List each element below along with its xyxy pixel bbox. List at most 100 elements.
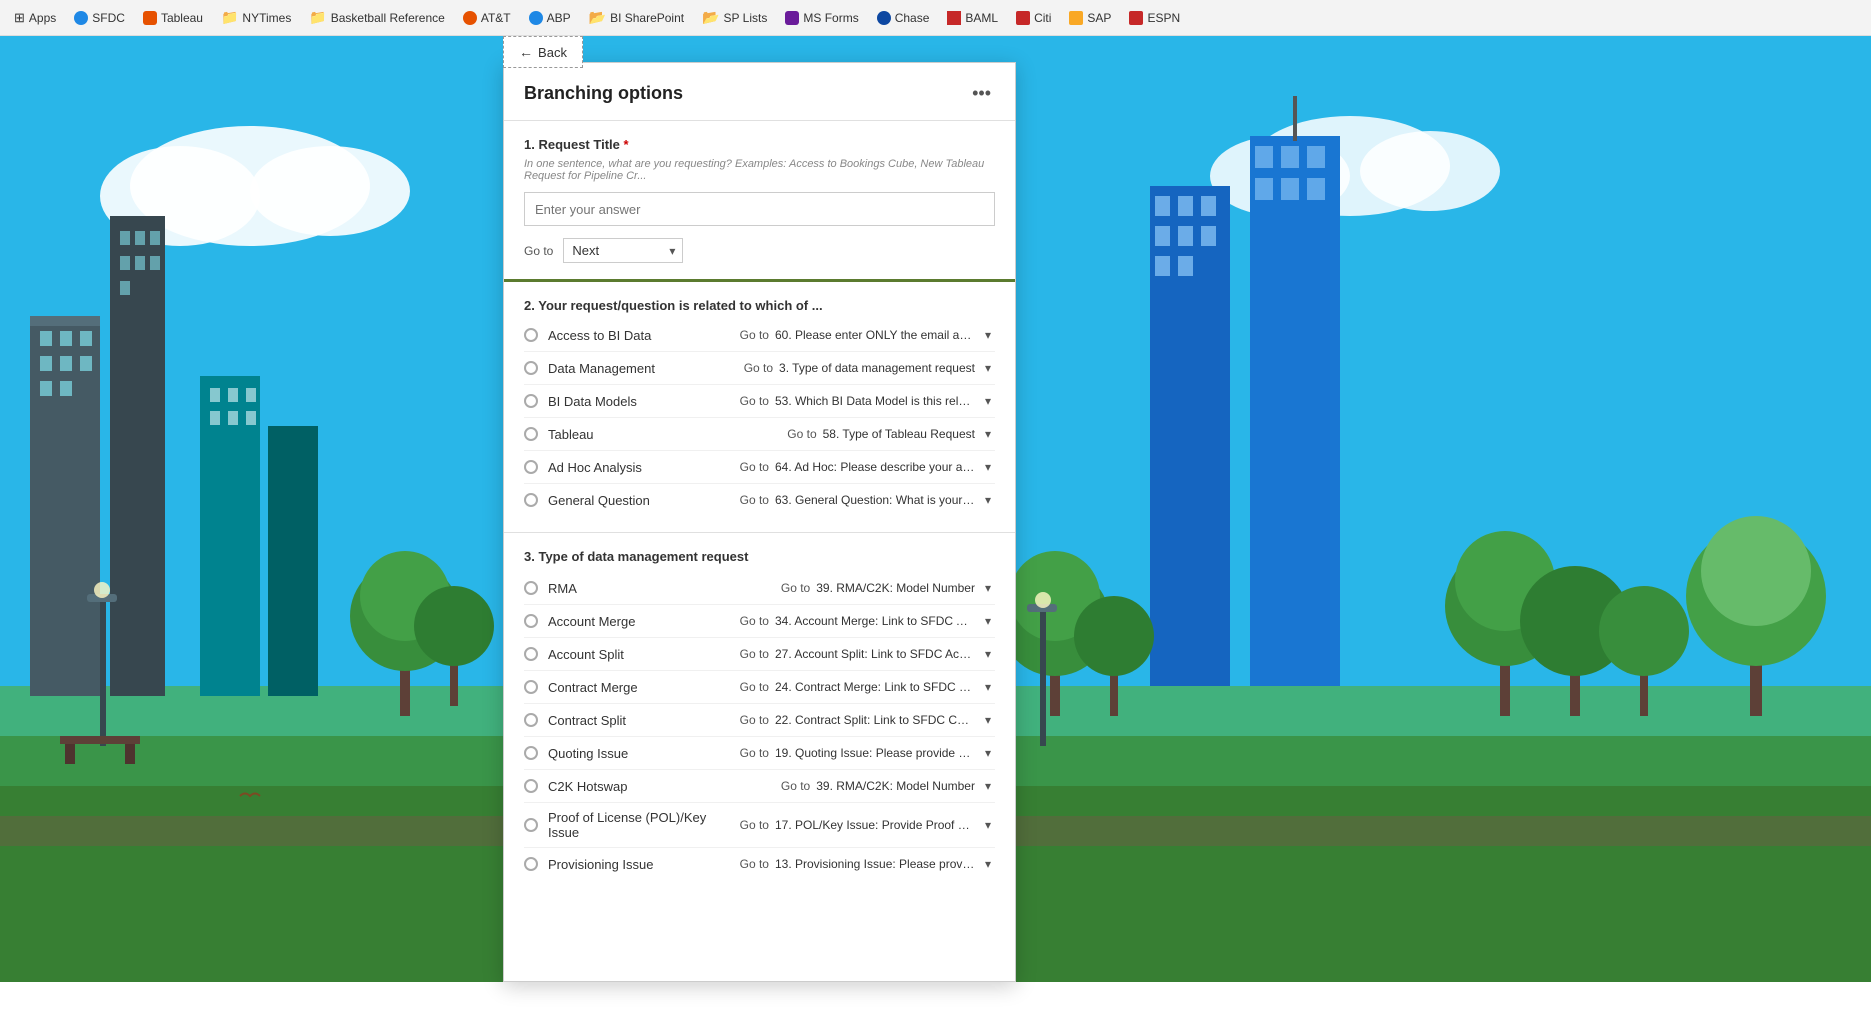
radio-contract-merge[interactable] bbox=[524, 680, 538, 694]
nytimes-icon: 📁 bbox=[221, 9, 238, 26]
chevron-icon-1[interactable]: ▾ bbox=[981, 359, 995, 377]
toolbar-item-sap[interactable]: SAP bbox=[1063, 8, 1117, 28]
toolbar-item-espn[interactable]: ESPN bbox=[1123, 8, 1186, 28]
radio-contract-split[interactable] bbox=[524, 713, 538, 727]
radio-account-merge[interactable] bbox=[524, 614, 538, 628]
goto-dest-s3-8: 13. Provisioning Issue: Please provide t… bbox=[775, 857, 975, 871]
chevron-icon-s3-6[interactable]: ▾ bbox=[981, 777, 995, 795]
chevron-icon-s3-3[interactable]: ▾ bbox=[981, 678, 995, 696]
option-label-data-management: Data Management bbox=[548, 361, 744, 376]
option-row-contract-split: Contract Split Go to 22. Contract Split:… bbox=[524, 704, 995, 737]
toolbar-item-bisharepont[interactable]: 📂 BI SharePoint bbox=[583, 6, 690, 29]
radio-tableau[interactable] bbox=[524, 427, 538, 441]
option-label-account-merge: Account Merge bbox=[548, 614, 740, 629]
radio-rma[interactable] bbox=[524, 581, 538, 595]
chase-icon bbox=[877, 11, 891, 25]
goto-text-5: Go to bbox=[740, 493, 769, 507]
goto-dest-s3-7: 17. POL/Key Issue: Provide Proof of Lice… bbox=[775, 818, 975, 832]
radio-quoting-issue[interactable] bbox=[524, 746, 538, 760]
toolbar-item-splists[interactable]: 📂 SP Lists bbox=[696, 6, 773, 29]
modal-header: Branching options ••• bbox=[504, 63, 1015, 121]
chevron-icon-s3-5[interactable]: ▾ bbox=[981, 744, 995, 762]
chevron-icon-s3-1[interactable]: ▾ bbox=[981, 612, 995, 630]
bisharepont-icon: 📂 bbox=[589, 9, 606, 26]
goto-dest-s3-2: 27. Account Split: Link to SFDC Account … bbox=[775, 647, 975, 661]
chevron-icon-4[interactable]: ▾ bbox=[981, 458, 995, 476]
radio-access-bi-data[interactable] bbox=[524, 328, 538, 342]
citi-label: Citi bbox=[1034, 11, 1051, 25]
chevron-icon-s3-4[interactable]: ▾ bbox=[981, 711, 995, 729]
apps-icon: ⊞ bbox=[14, 10, 25, 26]
radio-data-management[interactable] bbox=[524, 361, 538, 375]
request-title-input[interactable] bbox=[524, 192, 995, 226]
toolbar-item-msforms[interactable]: MS Forms bbox=[779, 8, 864, 28]
sap-label: SAP bbox=[1087, 11, 1111, 25]
chevron-icon-3[interactable]: ▾ bbox=[981, 425, 995, 443]
goto-dest-s3-3: 24. Contract Merge: Link to SFDC Contrac… bbox=[775, 680, 975, 694]
toolbar-item-att[interactable]: AT&T bbox=[457, 8, 517, 28]
radio-c2k-hotswap[interactable] bbox=[524, 779, 538, 793]
toolbar-item-baml[interactable]: BAML bbox=[941, 8, 1004, 28]
modal-title: Branching options bbox=[524, 83, 683, 104]
radio-provisioning-issue[interactable] bbox=[524, 857, 538, 871]
section-1-number: 1. bbox=[524, 137, 535, 152]
toolbar-item-citi[interactable]: Citi bbox=[1010, 8, 1057, 28]
toolbar-item-sfdc[interactable]: SFDC bbox=[68, 8, 131, 28]
option-label-proof-of-license: Proof of License (POL)/Key Issue bbox=[548, 810, 740, 840]
section-3-title: 3. Type of data management request bbox=[524, 549, 995, 564]
toolbar-item-abp[interactable]: ABP bbox=[523, 8, 577, 28]
goto-dest-s3-6: 39. RMA/C2K: Model Number bbox=[816, 779, 975, 793]
goto-text-s3-7: Go to bbox=[740, 818, 769, 832]
option-row-c2k-hotswap: C2K Hotswap Go to 39. RMA/C2K: Model Num… bbox=[524, 770, 995, 803]
citi-icon bbox=[1016, 11, 1030, 25]
option-label-tableau: Tableau bbox=[548, 427, 787, 442]
msforms-icon bbox=[785, 11, 799, 25]
option-goto-quoting-issue: Go to 19. Quoting Issue: Please provide … bbox=[740, 744, 995, 762]
section-1: 1. Request Title * In one sentence, what… bbox=[504, 121, 1015, 282]
chevron-icon-2[interactable]: ▾ bbox=[981, 392, 995, 410]
chevron-icon-s3-2[interactable]: ▾ bbox=[981, 645, 995, 663]
chevron-icon-0[interactable]: ▾ bbox=[981, 326, 995, 344]
tableau-label: Tableau bbox=[161, 11, 203, 25]
goto-dest-s3-4: 22. Contract Split: Link to SFDC Contrac… bbox=[775, 713, 975, 727]
section-1-title-text: Request Title bbox=[538, 137, 619, 152]
option-goto-data-management: Go to 3. Type of data management request… bbox=[744, 359, 995, 377]
abp-label: ABP bbox=[547, 11, 571, 25]
toolbar-item-chase[interactable]: Chase bbox=[871, 8, 936, 28]
toolbar: ⊞ Apps SFDC Tableau 📁 NYTimes 📁 Basketba… bbox=[0, 0, 1871, 36]
option-label-bi-data-models: BI Data Models bbox=[548, 394, 740, 409]
radio-account-split[interactable] bbox=[524, 647, 538, 661]
option-goto-account-merge: Go to 34. Account Merge: Link to SFDC Ac… bbox=[740, 612, 995, 630]
radio-general-question[interactable] bbox=[524, 493, 538, 507]
option-goto-rma: Go to 39. RMA/C2K: Model Number ▾ bbox=[781, 579, 995, 597]
option-row-ad-hoc: Ad Hoc Analysis Go to 64. Ad Hoc: Please… bbox=[524, 451, 995, 484]
toolbar-item-tableau[interactable]: Tableau bbox=[137, 8, 209, 28]
chevron-icon-s3-7[interactable]: ▾ bbox=[981, 816, 995, 834]
goto-dest-5: 63. General Question: What is your gener… bbox=[775, 493, 975, 507]
goto-text-2: Go to bbox=[740, 394, 769, 408]
section-2-title-text: Your request/question is related to whic… bbox=[538, 298, 822, 313]
goto-dest-s3-1: 34. Account Merge: Link to SFDC Account … bbox=[775, 614, 975, 628]
section-3-number: 3. bbox=[524, 549, 535, 564]
chevron-icon-s3-0[interactable]: ▾ bbox=[981, 579, 995, 597]
option-row-rma: RMA Go to 39. RMA/C2K: Model Number ▾ bbox=[524, 572, 995, 605]
back-button[interactable]: ← Back bbox=[503, 36, 583, 68]
radio-bi-data-models[interactable] bbox=[524, 394, 538, 408]
toolbar-apps[interactable]: ⊞ Apps bbox=[8, 7, 62, 29]
radio-ad-hoc[interactable] bbox=[524, 460, 538, 474]
chevron-icon-s3-8[interactable]: ▾ bbox=[981, 855, 995, 873]
toolbar-item-basketball[interactable]: 📁 Basketball Reference bbox=[303, 6, 451, 29]
apps-label: Apps bbox=[29, 11, 56, 25]
radio-proof-of-license[interactable] bbox=[524, 818, 538, 832]
chevron-icon-5[interactable]: ▾ bbox=[981, 491, 995, 509]
baml-label: BAML bbox=[965, 11, 998, 25]
modal-menu-icon[interactable]: ••• bbox=[968, 79, 995, 108]
goto-dest-4: 64. Ad Hoc: Please describe your ad hoc … bbox=[775, 460, 975, 474]
goto-dest-1: 3. Type of data management request bbox=[779, 361, 975, 375]
abp-icon bbox=[529, 11, 543, 25]
option-goto-contract-merge: Go to 24. Contract Merge: Link to SFDC C… bbox=[740, 678, 995, 696]
goto-text-s3-4: Go to bbox=[740, 713, 769, 727]
toolbar-item-nytimes[interactable]: 📁 NYTimes bbox=[215, 6, 297, 29]
goto-select-1[interactable]: Next bbox=[563, 238, 683, 263]
option-goto-general-question: Go to 63. General Question: What is your… bbox=[740, 491, 995, 509]
